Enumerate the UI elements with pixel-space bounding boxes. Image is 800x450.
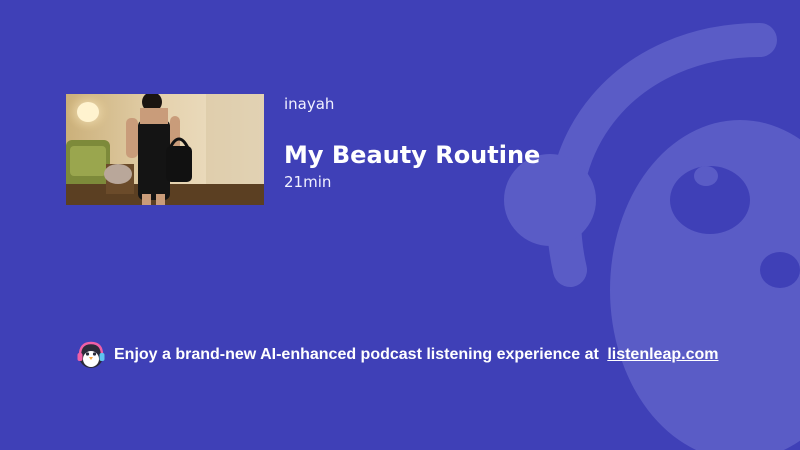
episode-duration: 21min bbox=[284, 173, 332, 191]
episode-title[interactable]: My Beauty Routine bbox=[284, 140, 704, 170]
promo-text: Enjoy a brand-new AI-enhanced podcast li… bbox=[114, 346, 718, 364]
episode-cover-image[interactable] bbox=[66, 94, 264, 205]
promo-message: Enjoy a brand-new AI-enhanced podcast li… bbox=[114, 346, 599, 363]
episode-card[interactable]: inayah My Beauty Routine 21min bbox=[66, 94, 704, 205]
penguin-headphones-icon bbox=[76, 340, 106, 370]
episode-author[interactable]: inayah bbox=[284, 94, 704, 114]
promo-banner: Enjoy a brand-new AI-enhanced podcast li… bbox=[76, 341, 718, 369]
episode-meta: inayah My Beauty Routine 21min bbox=[284, 94, 704, 192]
listenleap-link[interactable]: listenleap.com bbox=[607, 346, 718, 363]
background-mascot-watermark bbox=[470, 0, 800, 450]
